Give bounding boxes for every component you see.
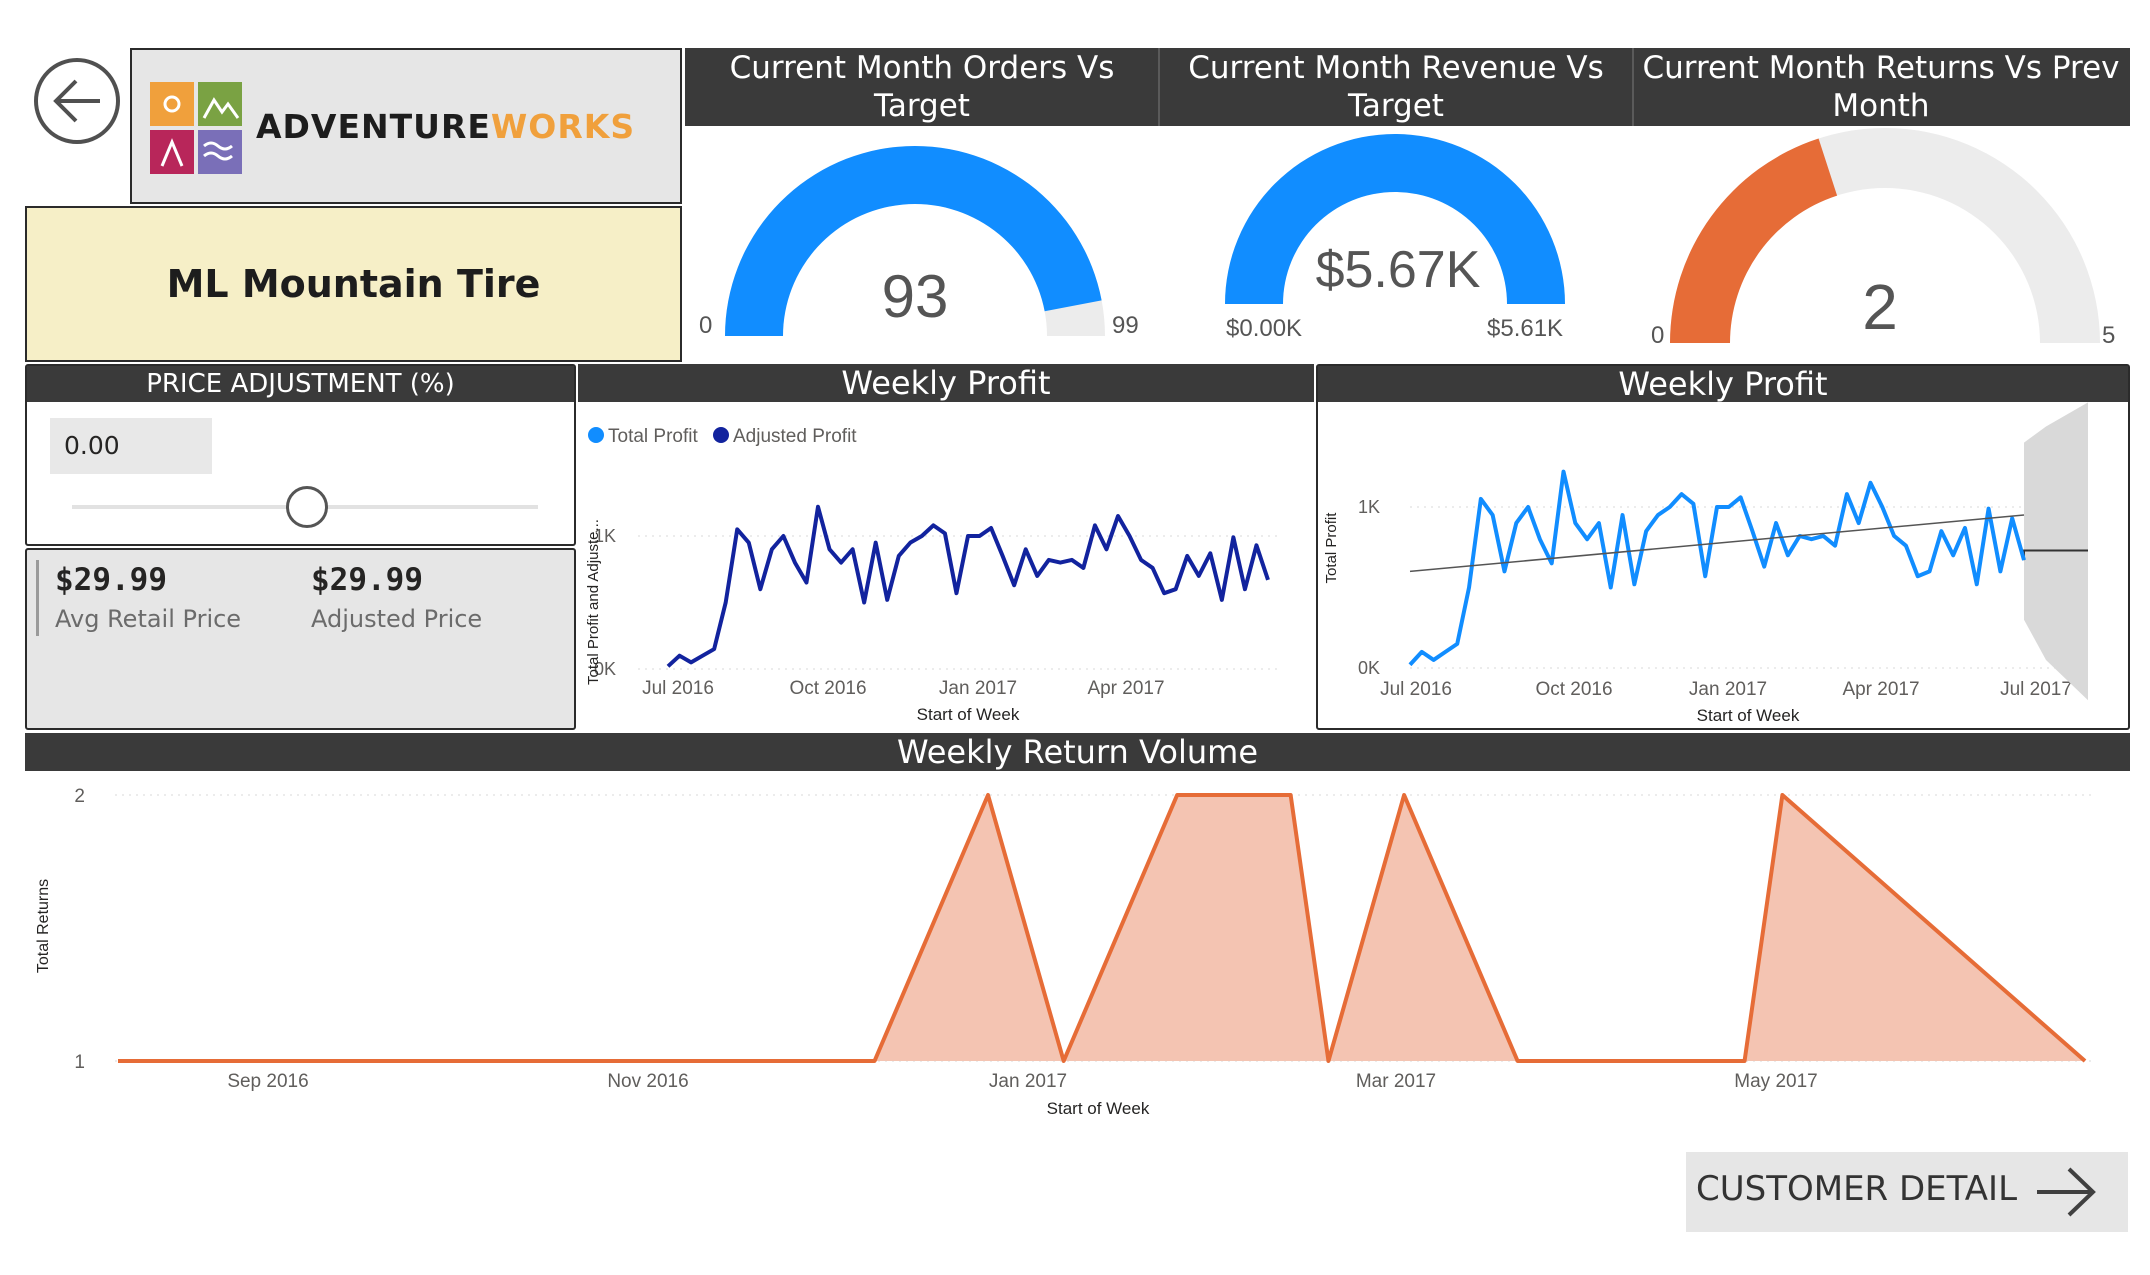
weekly-return-volume-title: Weekly Return Volume (25, 733, 2130, 771)
weekly-profit-chart-2: 1K 0K Total Profit Jul 2016 Oct 2016 Jan… (1323, 402, 2088, 725)
legend-adjusted-profit-label: Adjusted Profit (733, 426, 857, 447)
adjusted-price-label: Adjusted Price (311, 605, 483, 633)
customer-detail-button[interactable]: CUSTOMER DETAIL (1686, 1152, 2128, 1232)
avg-retail-price-label: Avg Retail Price (55, 605, 242, 633)
x-tick: Sep 2016 (227, 1071, 308, 1092)
gauge-returns-value: 2 (1862, 271, 1898, 343)
price-adjustment-input[interactable]: 0.00 (50, 418, 212, 474)
x-axis-label: Start of Week (917, 705, 1020, 724)
product-name: ML Mountain Tire (166, 262, 541, 306)
y-tick: 2 (74, 786, 85, 807)
logo-wordmark: ADVENTUREWORKS (256, 107, 636, 146)
x-tick: Nov 2016 (607, 1071, 688, 1092)
gauge-returns-min: 0 (1651, 322, 1665, 349)
back-button[interactable] (34, 58, 120, 144)
y-tick: 1 (74, 1052, 85, 1073)
header-divider (1632, 48, 1634, 126)
gauge-orders-max: 99 (1112, 312, 1139, 339)
gauge-revenue-value: $5.67K (1315, 241, 1481, 299)
gauge-orders-value: 93 (881, 263, 949, 330)
gauge-returns-max: 5 (2102, 322, 2116, 349)
total-returns-area (118, 795, 2085, 1061)
x-tick: Jul 2016 (642, 678, 714, 699)
weekly-profit-title-2: Weekly Profit (1318, 365, 2128, 403)
header-divider (1158, 48, 1160, 126)
price-adjustment-title: PRICE ADJUSTMENT (%) (27, 366, 574, 402)
arrow-left-icon (53, 79, 100, 123)
x-tick: Apr 2017 (1842, 679, 1919, 700)
price-adjustment-slider-thumb[interactable] (286, 486, 328, 528)
x-axis-label: Start of Week (1697, 706, 1800, 725)
x-tick: Oct 2016 (1535, 679, 1612, 700)
customer-detail-label: CUSTOMER DETAIL (1696, 1169, 2018, 1209)
x-tick: Jan 2017 (1689, 679, 1767, 700)
gauge-title-orders: Current Month Orders Vs Target (729, 50, 1115, 124)
y-tick: 1K (1358, 497, 1380, 517)
x-tick: Jan 2017 (939, 678, 1017, 699)
y-axis-label: Total Profit and Adjuste... (585, 519, 602, 685)
weekly-return-volume-chart: 2 1 Total Returns Sep 2016 Nov 2016 Jan … (35, 786, 2095, 1118)
adjusted-profit-line (666, 504, 1270, 668)
product-title-card: ML Mountain Tire (25, 206, 682, 362)
gauge-title-returns: Current Month Returns Vs Prev Month (1642, 50, 2120, 124)
logo-panel: ADVENTUREWORKS (130, 48, 682, 204)
x-tick: Apr 2017 (1087, 678, 1164, 699)
adjusted-price-value: $29.99 (311, 562, 423, 598)
gauge-revenue-min: $0.00K (1226, 315, 1303, 342)
x-tick: Oct 2016 (789, 678, 866, 699)
y-axis-label: Total Returns (35, 879, 52, 973)
weekly-profit-chart-1: Total Profit Adjusted Profit 1K 0K Total… (585, 426, 1278, 724)
adventureworks-logo-icon (150, 82, 242, 174)
x-tick: Mar 2017 (1356, 1071, 1436, 1092)
x-tick: Jan 2017 (989, 1071, 1067, 1092)
kpi-accent-bar (36, 560, 39, 636)
x-axis-label: Start of Week (1047, 1099, 1150, 1118)
gauge-orders-min: 0 (699, 312, 713, 339)
gauge-revenue-max: $5.61K (1487, 315, 1564, 342)
arrow-right-icon (2037, 1167, 2096, 1217)
legend-total-profit-marker (588, 427, 604, 443)
weekly-profit-title-1: Weekly Profit (578, 364, 1314, 402)
total-profit-line (1408, 469, 2026, 667)
x-tick: Jul 2016 (1380, 679, 1452, 700)
x-tick: Jul 2017 (2000, 679, 2072, 700)
y-tick: 0K (1358, 658, 1380, 678)
avg-retail-price-value: $29.99 (55, 562, 167, 598)
x-tick: May 2017 (1734, 1071, 1817, 1092)
gauge-title-revenue: Current Month Revenue Vs Target (1188, 50, 1604, 124)
legend-total-profit-label: Total Profit (608, 426, 698, 447)
legend-adjusted-profit-marker (713, 427, 729, 443)
y-axis-label: Total Profit (1323, 512, 1340, 584)
